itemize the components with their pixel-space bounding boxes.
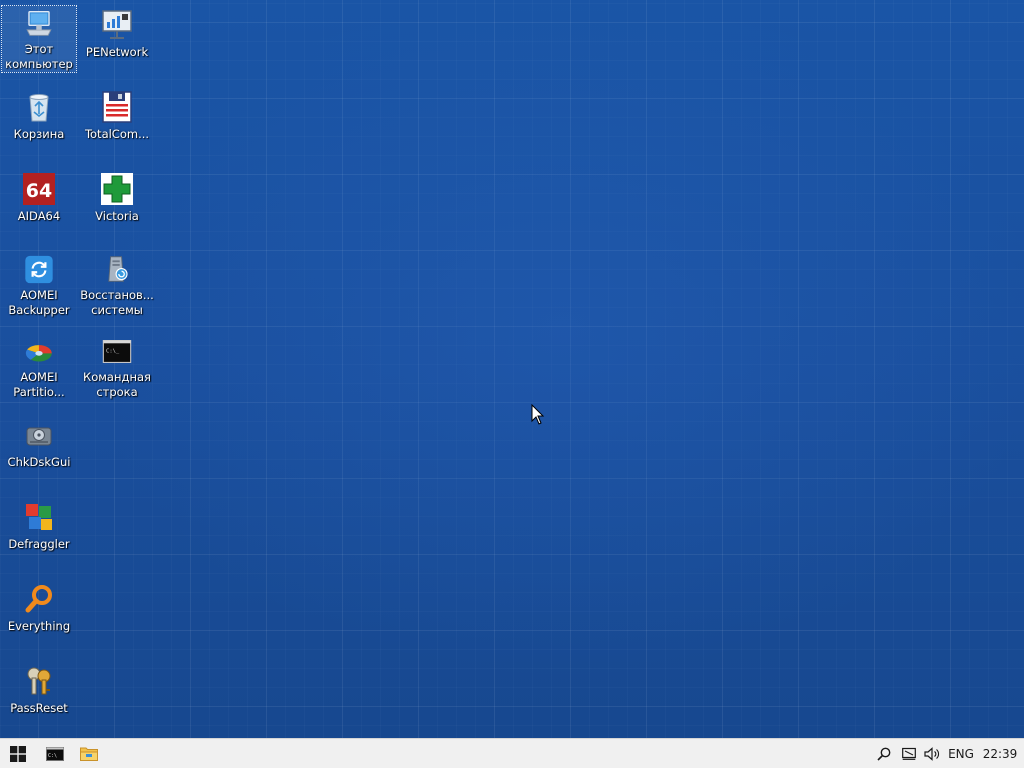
file-explorer-icon	[80, 747, 98, 761]
desktop-icon-defraggler[interactable]: Defraggler	[2, 498, 76, 564]
desktop-icon-label: ChkDskGui	[7, 455, 71, 469]
computer-icon	[26, 10, 52, 36]
desktop-icon-label: Этот компьютер	[5, 42, 73, 71]
desktop-icon-chkdskgui[interactable]: ChkDskGui	[2, 416, 76, 482]
desktop-icon-aomei-partition[interactable]: AOMEI Partitio...	[2, 334, 76, 400]
tray-search-button[interactable]	[872, 739, 896, 768]
desktop-icon-label: Корзина	[13, 127, 65, 141]
taskbar: C:\ ENG 22:39	[0, 738, 1024, 768]
command-prompt-icon: C:\	[46, 746, 64, 761]
tray-clock[interactable]: 22:39	[980, 739, 1020, 768]
desktop-icon-label: PENetwork	[85, 45, 149, 59]
desktop-icon-label: Victoria	[95, 209, 139, 223]
recycle-bin-icon	[29, 94, 49, 122]
desktop-icon-everything[interactable]: Everything	[2, 580, 76, 646]
desktop-icon-label: Defraggler	[8, 537, 70, 551]
mouse-cursor-icon	[531, 404, 545, 425]
desktop-icon-aomei-backupper[interactable]: AOMEI Backupper	[2, 252, 76, 318]
chkdskgui-icon	[26, 427, 52, 446]
aida64-icon: 64	[23, 173, 55, 205]
defraggler-icon	[26, 504, 52, 530]
volume-icon	[924, 746, 939, 761]
tray-network-button[interactable]	[897, 739, 921, 768]
penetwork-icon	[102, 10, 132, 39]
desktop-icon-label: AOMEI Partitio...	[13, 370, 65, 399]
command-prompt-icon: C:\_	[102, 340, 132, 363]
desktop-icon-system-restore[interactable]: Восстанов... системы	[80, 252, 154, 318]
tray-volume-button[interactable]	[920, 739, 944, 768]
desktop-icon-label: Восстанов... системы	[80, 288, 154, 317]
desktop-icon-passreset[interactable]: PassReset	[2, 662, 76, 728]
start-button[interactable]	[0, 739, 36, 768]
search-icon	[877, 747, 891, 761]
svg-text:64: 64	[26, 180, 52, 202]
aomei-partition-icon	[25, 345, 52, 362]
desktop-icon-recycle-bin[interactable]: Корзина	[2, 88, 76, 154]
aomei-backupper-icon	[25, 255, 53, 284]
svg-text:C:\_: C:\_	[106, 348, 120, 354]
desktop-icon-aida64[interactable]: 64 AIDA64	[2, 170, 76, 236]
taskbar-command-prompt-button[interactable]: C:\	[38, 739, 72, 768]
svg-text:C:\: C:\	[48, 753, 57, 759]
victoria-icon	[101, 173, 133, 205]
desktop-icon-label: Командная строка	[83, 370, 151, 399]
desktop-icon-label: PassReset	[10, 701, 68, 715]
passreset-icon	[27, 667, 51, 695]
network-icon	[902, 747, 916, 760]
desktop[interactable]: Этот компьютер Корзина 64 AIDA64 AOMEI B…	[0, 0, 1024, 738]
desktop-icon-label: AOMEI Backupper	[8, 288, 70, 317]
desktop-icon-label: AIDA64	[17, 209, 61, 223]
desktop-icon-victoria[interactable]: Victoria	[80, 170, 154, 236]
desktop-icon-totalcommander[interactable]: TotalCom...	[80, 88, 154, 154]
windows-start-icon	[10, 745, 26, 762]
desktop-icon-penetwork[interactable]: PENetwork	[80, 6, 154, 72]
taskbar-file-explorer-button[interactable]	[72, 739, 106, 768]
desktop-icon-label: Everything	[7, 619, 71, 633]
desktop-icon-label: TotalCom...	[84, 127, 150, 141]
desktop-icon-this-computer[interactable]: Этот компьютер	[1, 5, 77, 73]
system-restore-icon	[108, 256, 128, 282]
everything-icon	[25, 585, 52, 613]
desktop-icon-command-prompt[interactable]: C:\_ Командная строка	[80, 334, 154, 400]
tray-language-indicator[interactable]: ENG	[944, 739, 978, 768]
totalcommander-icon	[102, 91, 132, 123]
